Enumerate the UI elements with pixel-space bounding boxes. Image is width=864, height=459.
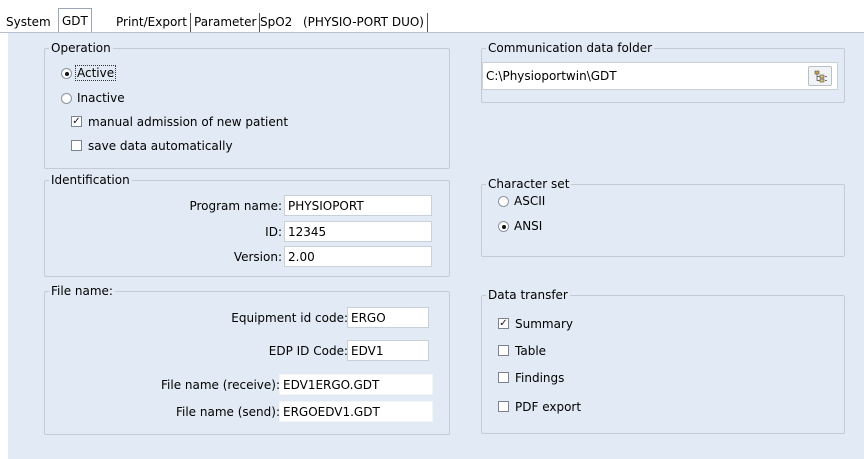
- folder-tree-icon: [814, 70, 827, 83]
- findings-checkbox[interactable]: [498, 372, 509, 383]
- file-name-legend: File name:: [51, 284, 113, 298]
- program-name-input[interactable]: [284, 195, 432, 216]
- tab-parameter[interactable]: Parameter: [191, 13, 261, 32]
- character-set-legend: Character set: [488, 177, 570, 191]
- manual-admission-checkbox[interactable]: ✓: [71, 116, 82, 127]
- tab-strip: System GDT Print/Export Parameter SpO2 (…: [0, 0, 864, 33]
- ascii-label[interactable]: ASCII: [514, 194, 545, 208]
- file-send-input[interactable]: [279, 401, 433, 422]
- inactive-radio[interactable]: [61, 93, 72, 104]
- summary-label[interactable]: Summary: [515, 317, 573, 331]
- table-checkbox[interactable]: [498, 345, 509, 356]
- summary-checkbox[interactable]: ✓: [498, 318, 509, 329]
- file-send-label: File name (send):: [175, 405, 280, 419]
- edp-id-input[interactable]: [347, 340, 429, 361]
- program-name-label: Program name:: [189, 199, 282, 213]
- communication-folder-input[interactable]: [482, 62, 838, 90]
- tab-print-export[interactable]: Print/Export: [113, 13, 191, 32]
- equipment-id-label: Equipment id code:: [231, 311, 348, 325]
- save-automatically-checkbox[interactable]: [71, 140, 82, 151]
- edp-id-label: EDP ID Code:: [268, 344, 348, 358]
- tab-spo2[interactable]: SpO2: [257, 13, 295, 32]
- ascii-radio[interactable]: [498, 196, 509, 207]
- tab-system[interactable]: System: [3, 13, 54, 32]
- ansi-label[interactable]: ANSI: [514, 219, 542, 233]
- character-set-group: Character set: [481, 177, 845, 257]
- version-label: Version:: [233, 250, 282, 264]
- active-label[interactable]: Active: [74, 65, 117, 81]
- tab-gdt[interactable]: GDT: [58, 8, 92, 33]
- manual-admission-label[interactable]: manual admission of new patient: [88, 115, 288, 129]
- operation-legend: Operation: [51, 41, 111, 55]
- ansi-radio[interactable]: [498, 221, 509, 232]
- version-input[interactable]: [284, 246, 432, 267]
- id-input[interactable]: [284, 221, 432, 242]
- communication-folder-legend: Communication data folder: [488, 41, 653, 55]
- inactive-label[interactable]: Inactive: [77, 91, 125, 105]
- save-automatically-label[interactable]: save data automatically: [88, 139, 233, 153]
- file-receive-label: File name (receive):: [161, 378, 280, 392]
- pdf-export-label[interactable]: PDF export: [515, 400, 581, 414]
- findings-label[interactable]: Findings: [515, 371, 564, 385]
- browse-folder-button[interactable]: [808, 66, 832, 86]
- file-receive-input[interactable]: [279, 374, 433, 395]
- pdf-export-checkbox[interactable]: [498, 401, 509, 412]
- equipment-id-input[interactable]: [347, 307, 429, 328]
- data-transfer-legend: Data transfer: [488, 288, 568, 302]
- tab-physio-port-duo[interactable]: (PHYSIO-PORT DUO): [300, 13, 428, 32]
- active-radio[interactable]: [61, 68, 72, 79]
- id-label: ID:: [265, 225, 282, 239]
- gdt-settings-panel: Operation Active Inactive ✓ manual admis…: [8, 33, 864, 459]
- identification-legend: Identification: [51, 173, 130, 187]
- table-label[interactable]: Table: [515, 344, 546, 358]
